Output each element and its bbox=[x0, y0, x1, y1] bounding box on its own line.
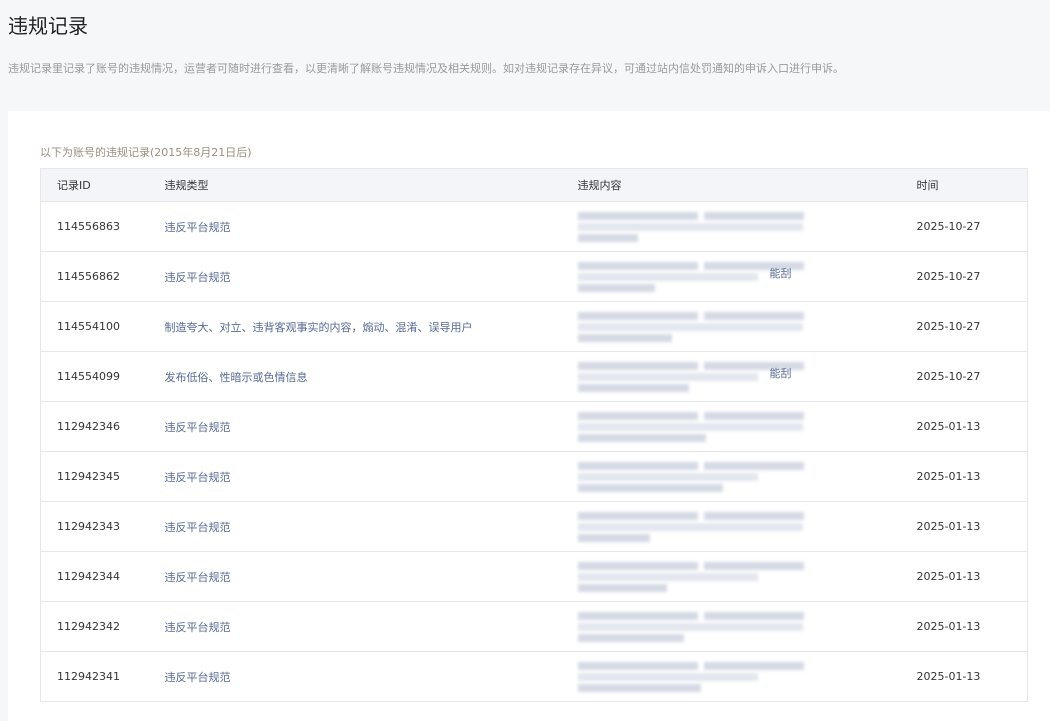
table-header: 记录ID 违规类型 违规内容 时间 bbox=[40, 168, 1028, 202]
record-time: 2025-01-13 bbox=[916, 551, 1028, 602]
table-row: 114554100 制造夸大、对立、违背客观事实的内容，煽动、混淆、误导用户 2… bbox=[40, 301, 1028, 352]
record-id: 112942344 bbox=[40, 551, 165, 602]
record-time: 2025-01-13 bbox=[916, 501, 1028, 552]
record-time: 2025-01-13 bbox=[916, 401, 1028, 452]
redacted-content bbox=[577, 410, 917, 444]
violation-type: 违反平台规范 bbox=[164, 670, 231, 684]
header-time: 时间 bbox=[916, 168, 1028, 202]
violation-table: 记录ID 违规类型 违规内容 时间 114556863 违反平台规范 2025-… bbox=[40, 168, 1028, 702]
table-row: 112942341 违反平台规范 2025-01-13 bbox=[40, 651, 1028, 702]
violation-type: 违反平台规范 bbox=[164, 420, 231, 434]
redacted-content: 能刮 bbox=[577, 360, 917, 394]
redacted-content bbox=[577, 560, 917, 594]
record-id: 114556863 bbox=[40, 201, 165, 252]
header-id: 记录ID bbox=[40, 168, 165, 202]
redacted-content bbox=[577, 460, 917, 494]
record-id: 114554099 bbox=[40, 351, 165, 402]
page-description: 违规记录里记录了账号的违规情况，运营者可随时进行查看，以更清晰了解账号违规情况及… bbox=[8, 62, 844, 75]
violation-type: 发布低俗、性暗示或色情信息 bbox=[164, 370, 308, 384]
violation-type: 制造夸大、对立、违背客观事实的内容，煽动、混淆、误导用户 bbox=[164, 320, 473, 334]
record-id: 112942343 bbox=[40, 501, 165, 552]
record-time: 2025-01-13 bbox=[916, 601, 1028, 652]
records-subtitle: 以下为账号的违规记录(2015年8月21日后) bbox=[40, 146, 252, 159]
record-time: 2025-10-27 bbox=[916, 201, 1028, 252]
table-row: 112942343 违反平台规范 2025-01-13 bbox=[40, 501, 1028, 552]
violation-type: 违反平台规范 bbox=[164, 520, 231, 534]
table-row: 112942345 违反平台规范 2025-01-13 bbox=[40, 451, 1028, 502]
record-id: 112942346 bbox=[40, 401, 165, 452]
redacted-content bbox=[577, 210, 917, 244]
record-id: 112942345 bbox=[40, 451, 165, 502]
content-text: 能刮 bbox=[769, 366, 792, 380]
record-time: 2025-01-13 bbox=[916, 651, 1028, 702]
violation-type: 违反平台规范 bbox=[164, 570, 231, 584]
redacted-content bbox=[577, 510, 917, 544]
table-row: 112942344 违反平台规范 2025-01-13 bbox=[40, 551, 1028, 602]
header-type: 违规类型 bbox=[164, 168, 578, 202]
record-time: 2025-10-27 bbox=[916, 301, 1028, 352]
record-id: 114556862 bbox=[40, 251, 165, 302]
table-row: 112942346 违反平台规范 2025-01-13 bbox=[40, 401, 1028, 452]
table-row: 114556862 违反平台规范 能刮 2025-10-27 bbox=[40, 251, 1028, 302]
violation-type: 违反平台规范 bbox=[164, 220, 231, 234]
record-id: 112942342 bbox=[40, 601, 165, 652]
table-row: 114556863 违反平台规范 2025-10-27 bbox=[40, 201, 1028, 252]
redacted-content bbox=[577, 610, 917, 644]
record-time: 2025-10-27 bbox=[916, 351, 1028, 402]
record-id: 112942341 bbox=[40, 651, 165, 702]
violation-type: 违反平台规范 bbox=[164, 620, 231, 634]
table-row: 112942342 违反平台规范 2025-01-13 bbox=[40, 601, 1028, 652]
records-card: 以下为账号的违规记录(2015年8月21日后) 记录ID 违规类型 违规内容 时… bbox=[8, 111, 1050, 721]
record-id: 114554100 bbox=[40, 301, 165, 352]
content-text: 能刮 bbox=[769, 266, 792, 280]
violation-type: 违反平台规范 bbox=[164, 470, 231, 484]
redacted-content: 能刮 bbox=[577, 260, 917, 294]
header-content: 违规内容 bbox=[577, 168, 917, 202]
page-title: 违规记录 bbox=[8, 14, 88, 38]
record-time: 2025-10-27 bbox=[916, 251, 1028, 302]
redacted-content bbox=[577, 310, 917, 344]
table-row: 114554099 发布低俗、性暗示或色情信息 能刮 2025-10-27 bbox=[40, 351, 1028, 402]
record-time: 2025-01-13 bbox=[916, 451, 1028, 502]
violation-type: 违反平台规范 bbox=[164, 270, 231, 284]
redacted-content bbox=[577, 660, 917, 694]
